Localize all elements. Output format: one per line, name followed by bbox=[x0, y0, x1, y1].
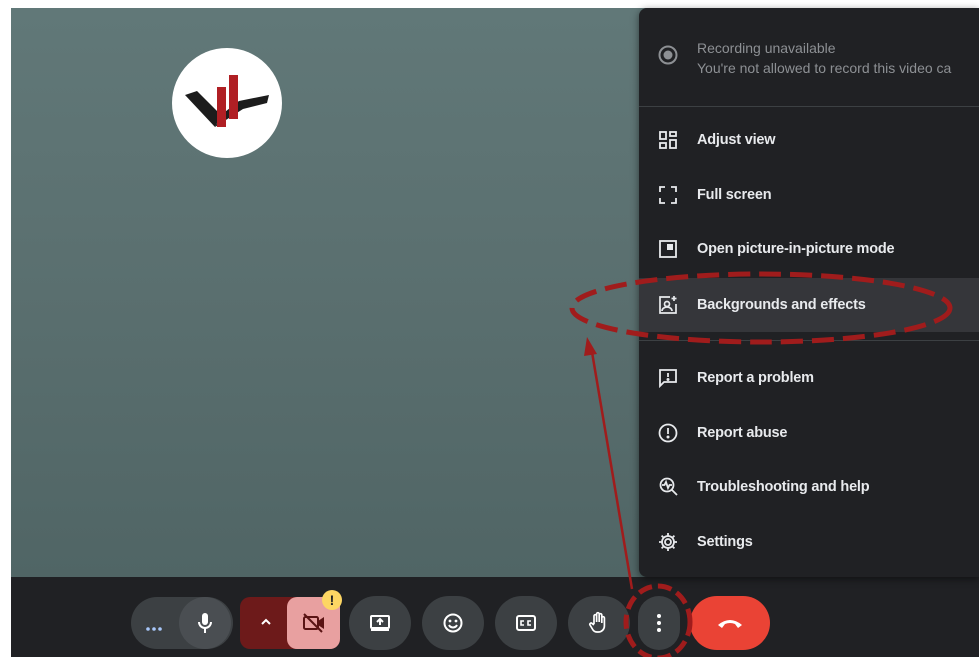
fullscreen-icon bbox=[639, 185, 697, 205]
report-abuse-icon bbox=[639, 422, 697, 444]
emoji-icon bbox=[442, 612, 464, 634]
menu-item-troubleshooting[interactable]: Troubleshooting and help bbox=[639, 460, 979, 514]
report-problem-icon bbox=[639, 367, 697, 389]
menu-item-label: Open picture-in-picture mode bbox=[697, 241, 895, 257]
menu-item-label: Report abuse bbox=[697, 425, 788, 441]
troubleshooting-icon bbox=[639, 476, 697, 498]
menu-divider bbox=[639, 340, 979, 341]
recording-status: Recording unavailable You're not allowed… bbox=[639, 34, 979, 84]
menu-item-adjust-view[interactable]: Adjust view bbox=[639, 113, 979, 167]
menu-item-backgrounds-effects[interactable]: Backgrounds and effects bbox=[639, 278, 979, 332]
menu-divider bbox=[639, 106, 979, 107]
more-options-menu: Recording unavailable You're not allowed… bbox=[639, 8, 979, 577]
present-button[interactable] bbox=[349, 596, 411, 650]
warning-badge: ! bbox=[322, 590, 342, 610]
menu-item-label: Report a problem bbox=[697, 370, 814, 386]
menu-item-picture-in-picture[interactable]: Open picture-in-picture mode bbox=[639, 222, 979, 276]
participant-avatar bbox=[172, 48, 282, 158]
recording-subtitle: You're not allowed to record this video … bbox=[697, 60, 952, 76]
microphone-button[interactable] bbox=[179, 597, 231, 649]
warning-badge-text: ! bbox=[329, 592, 335, 608]
menu-item-label: Troubleshooting and help bbox=[697, 479, 870, 495]
menu-item-label: Backgrounds and effects bbox=[697, 297, 866, 313]
menu-item-settings[interactable]: Settings bbox=[639, 515, 979, 569]
menu-item-label: Full screen bbox=[697, 187, 772, 203]
record-icon bbox=[639, 34, 697, 66]
more-options-button[interactable] bbox=[638, 596, 680, 650]
picture-in-picture-icon bbox=[639, 239, 697, 259]
raise-hand-icon bbox=[588, 611, 610, 635]
menu-item-label: Adjust view bbox=[697, 132, 776, 148]
end-call-button[interactable] bbox=[690, 596, 770, 650]
more-dots-icon bbox=[146, 619, 162, 637]
menu-item-report-abuse[interactable]: Report abuse bbox=[639, 406, 979, 460]
recording-title: Recording unavailable bbox=[697, 40, 836, 56]
chevron-up-icon[interactable] bbox=[259, 615, 273, 634]
present-screen-icon bbox=[369, 614, 391, 632]
captions-icon bbox=[515, 614, 537, 632]
settings-icon bbox=[639, 531, 697, 553]
captions-button[interactable] bbox=[495, 596, 557, 650]
menu-item-label: Settings bbox=[697, 534, 753, 550]
menu-item-report-problem[interactable]: Report a problem bbox=[639, 351, 979, 405]
backgrounds-effects-icon bbox=[639, 294, 697, 316]
logo-icon bbox=[185, 75, 269, 127]
raise-hand-button[interactable] bbox=[568, 596, 630, 650]
menu-item-full-screen[interactable]: Full screen bbox=[639, 168, 979, 222]
emoji-button[interactable] bbox=[422, 596, 484, 650]
adjust-view-icon bbox=[639, 130, 697, 150]
more-options-icon bbox=[656, 613, 662, 633]
end-call-icon bbox=[716, 616, 744, 630]
camera-off-icon bbox=[301, 612, 327, 634]
microphone-icon bbox=[197, 612, 213, 634]
